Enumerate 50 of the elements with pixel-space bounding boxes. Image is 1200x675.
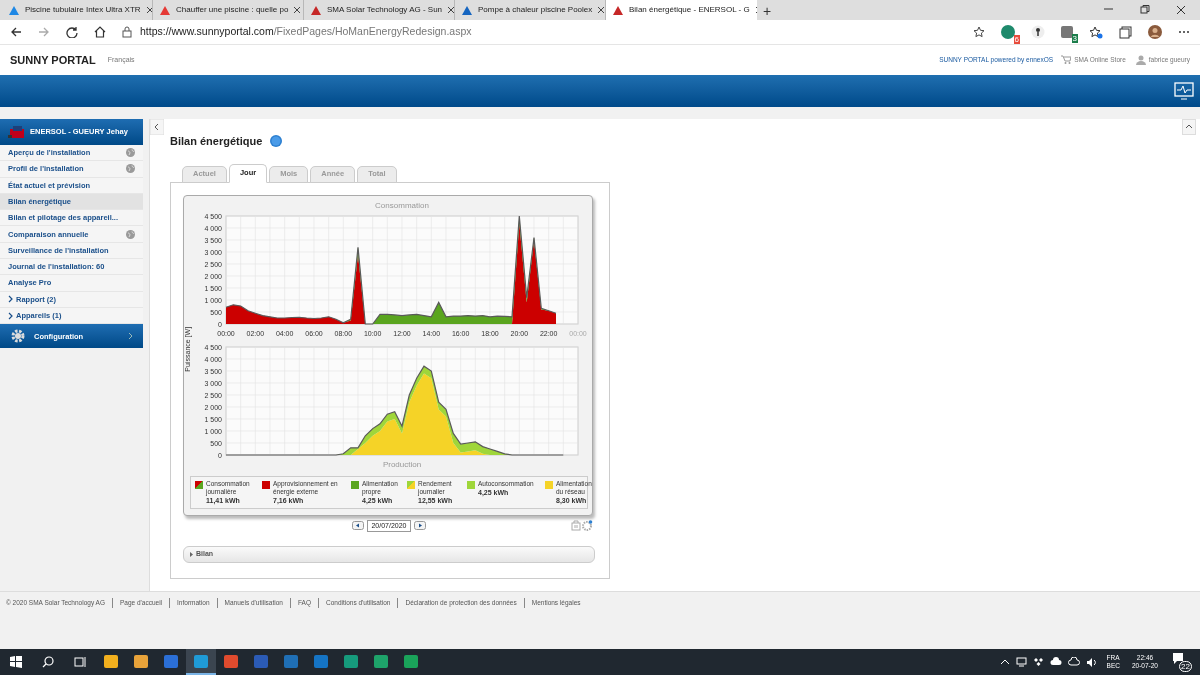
lock-icon xyxy=(122,26,132,38)
gear-icon xyxy=(10,328,26,345)
chevron-right-icon xyxy=(128,332,133,341)
user-icon xyxy=(1135,55,1146,65)
notification-icon[interactable] xyxy=(1172,652,1184,664)
chart-title: Consommation xyxy=(375,200,429,210)
notification-count: 22 xyxy=(1179,661,1192,672)
home-icon[interactable] xyxy=(94,26,106,38)
avatar-icon[interactable] xyxy=(1148,25,1162,39)
settings-icon[interactable] xyxy=(582,520,593,531)
expand-arrow-icon xyxy=(190,551,193,557)
key-extension-icon[interactable] xyxy=(1031,25,1045,39)
dropbox-icon[interactable] xyxy=(1032,657,1044,667)
browser-tab[interactable]: Bilan énergétique - ENERSOL - G xyxy=(606,0,757,20)
search-icon[interactable] xyxy=(42,656,54,668)
more-icon[interactable] xyxy=(1178,30,1190,34)
expand-button[interactable] xyxy=(1182,119,1196,135)
next-day-button[interactable] xyxy=(413,521,426,530)
back-icon[interactable] xyxy=(10,26,22,38)
windows-start-icon[interactable] xyxy=(10,656,22,668)
page-title: Bilan énergétique xyxy=(170,134,263,149)
plant-icon xyxy=(8,126,24,138)
new-tab-button[interactable]: + xyxy=(763,4,772,18)
favorite-star-icon[interactable] xyxy=(973,26,985,38)
extension-icon[interactable] xyxy=(1001,25,1015,39)
monitor-icon[interactable] xyxy=(1174,82,1194,100)
globe-icon xyxy=(126,148,135,158)
onedrive-icon[interactable] xyxy=(1067,657,1080,667)
portal-logo: SUNNY PORTAL xyxy=(10,52,96,68)
previous-day-button[interactable] xyxy=(352,521,365,530)
collections-icon[interactable] xyxy=(1119,25,1132,39)
minimize-icon[interactable] xyxy=(1103,5,1114,13)
refresh-icon[interactable] xyxy=(66,26,78,38)
badge-count: 6 xyxy=(1013,35,1020,44)
task-view-icon[interactable] xyxy=(74,656,86,668)
volume-icon[interactable] xyxy=(1085,656,1097,668)
network-icon[interactable] xyxy=(1015,657,1027,667)
chart-title: Production xyxy=(382,459,422,469)
taskbar-app[interactable] xyxy=(186,649,216,675)
collapse-button[interactable] xyxy=(150,119,164,135)
cloud-icon[interactable] xyxy=(1049,657,1062,667)
badge-count: 3 xyxy=(1071,34,1078,43)
favorites-icon[interactable] xyxy=(1089,25,1103,39)
url-text[interactable]: https://www.sunnyportal.com/FixedPages/HoManEnergyRedesign.aspx xyxy=(140,24,472,40)
cart-icon xyxy=(1061,55,1072,65)
restore-icon[interactable] xyxy=(1140,5,1150,14)
globe-icon xyxy=(126,229,135,239)
chevron-up-icon[interactable] xyxy=(999,658,1010,666)
globe-icon xyxy=(126,164,135,174)
help-icon[interactable] xyxy=(270,135,283,148)
